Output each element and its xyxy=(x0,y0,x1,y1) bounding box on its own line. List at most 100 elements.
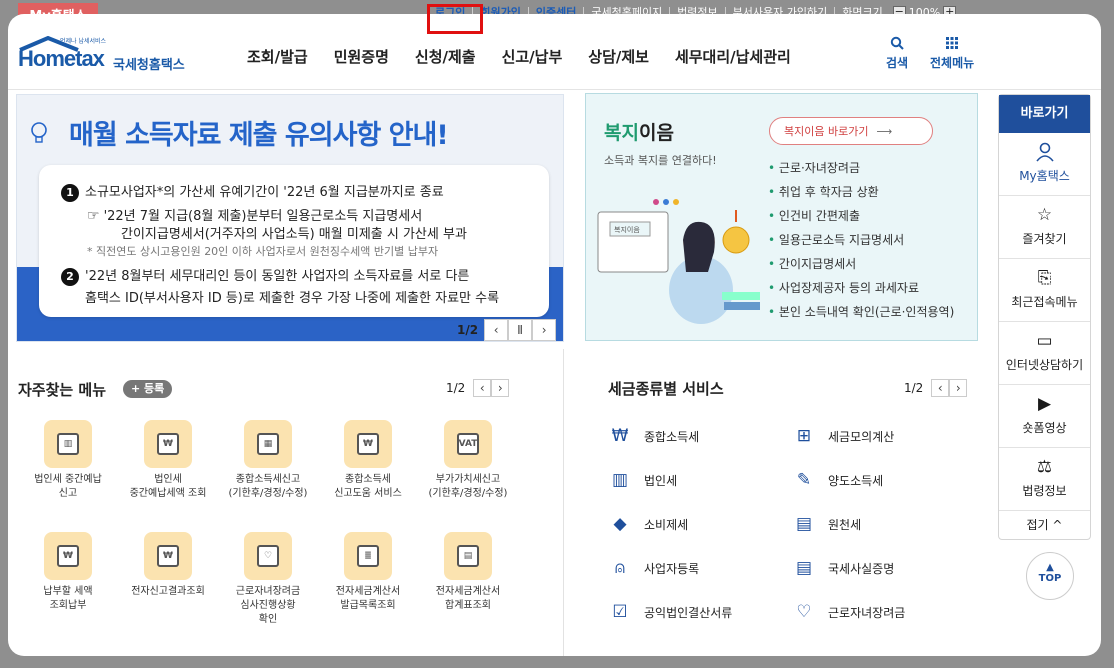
top-label: TOP xyxy=(1038,573,1062,584)
freq-pager: 1/2 ‹ › xyxy=(446,379,510,397)
nav-application-submission[interactable]: 신청/제출 xyxy=(402,46,489,67)
vat-doc-icon: VAT xyxy=(444,420,492,468)
tax-item-capital-gains[interactable]: ✎ 양도소득세 xyxy=(792,468,883,492)
freq-item-label: 전자세금계산서 발급목록조회 xyxy=(335,586,401,611)
tax-item-earned-income-credit[interactable]: ♡ 근로자녀장려금 xyxy=(792,600,905,624)
quick-online-consult[interactable]: ▭ 인터넷상담하기 xyxy=(999,322,1090,385)
taxtype-next-button[interactable]: › xyxy=(949,379,968,397)
quick-menu-panel: 바로가기 My홈택스 ☆ 즐겨찾기 ⎘ 최근접속메뉴 ▭ 인터넷상담하기 ▶ 숏… xyxy=(998,94,1091,540)
freq-item-corp-interim-lookup[interactable]: ₩ 법인세 중간예납세액 조회 xyxy=(118,420,218,501)
freq-item-e-report-result[interactable]: ₩ 전자신고결과조회 xyxy=(118,532,218,599)
quick-recent-label: 최근접속메뉴 xyxy=(1011,295,1078,309)
document-edit-icon: ✎ xyxy=(796,470,812,490)
tax-item-corporate-tax[interactable]: ▥ 법인세 xyxy=(608,468,677,492)
illust-card-label: 복지이음 xyxy=(614,225,640,234)
welfare-title-green: 복지 xyxy=(604,122,639,144)
money-icon: ₩ xyxy=(611,426,629,446)
tax-item-income-tax[interactable]: ₩ 종합소득세 xyxy=(608,424,700,448)
notice-banner[interactable]: 매월 소득자료 제출 유의사항 안내! 1 소규모사업자*의 가산세 유예기간이 … xyxy=(16,94,564,342)
banner-page-indicator: 1/2 xyxy=(457,323,479,337)
freq-item-earned-income-credit[interactable]: ♡ 근로자녀장려금 심사진행상황 확인 xyxy=(218,532,318,627)
tax-item-label: 법인세 xyxy=(644,473,678,488)
number-1-icon: 1 xyxy=(61,184,79,202)
search-button[interactable]: 검색 xyxy=(886,36,908,71)
freq-item-income-tax-help[interactable]: ₩ 종합소득세 신고도움 서비스 xyxy=(318,420,418,501)
freq-prev-button[interactable]: ‹ xyxy=(473,379,492,397)
arrow-right-icon: ⟶ xyxy=(876,124,893,138)
tax-item-tax-certificate[interactable]: ▤ 국세사실증명 xyxy=(792,556,894,580)
freq-item-label: 납부할 세액 조회납부 xyxy=(43,586,93,611)
freq-item-label: 법인세 중간예납세액 조회 xyxy=(129,474,207,499)
tax-item-tax-simulation[interactable]: ⊞ 세금모의계산 xyxy=(792,424,894,448)
tax-item-business-registration[interactable]: ⍝ 사업자등록 xyxy=(608,556,699,580)
heart-hand-icon: ♡ xyxy=(796,602,812,622)
banner-line-1a-text: '22년 7월 지급(8월 제출)분부터 일용근로소득 지급명세서 xyxy=(103,209,423,224)
nav-tax-agent[interactable]: 세무대리/납세관리 xyxy=(662,46,804,67)
banner-line-2-text: '22년 8월부터 세무대리인 등이 동일한 사업자의 소득자료를 서로 다른 xyxy=(85,269,470,284)
register-menu-button[interactable]: + 등록 xyxy=(123,380,173,398)
banner-content-card: 1 소규모사업자*의 가산세 유예기간이 '22년 6월 지급분까지로 종료 ☞ '… xyxy=(39,165,549,317)
taxtype-pager: 1/2 ‹ › xyxy=(904,379,968,397)
quick-myhometax[interactable]: My홈택스 xyxy=(999,133,1090,196)
login-highlight-box xyxy=(427,4,483,34)
banner-next-button[interactable]: › xyxy=(532,319,557,341)
banner-line-2: 2 '22년 8월부터 세무대리인 등이 동일한 사업자의 소득자료를 서로 다른 xyxy=(61,265,469,286)
main-page: 언제나 납세서비스 Hometax 국세청홈택스 조회/발급 민원증명 신청/제… xyxy=(8,14,1101,656)
all-menu-button[interactable]: 전체메뉴 xyxy=(930,36,974,71)
quick-video-label: 숏폼영상 xyxy=(1022,421,1067,435)
star-icon: ☆ xyxy=(1036,205,1053,225)
play-icon: ▶ xyxy=(1037,394,1052,414)
document-icon: ▤ xyxy=(795,558,813,578)
tax-item-consumption-tax[interactable]: ◆ 소비제세 xyxy=(608,512,688,536)
welfare-item: 본인 소득내역 확인(근로·인적용역) xyxy=(768,300,954,324)
quick-recent-menu[interactable]: ⎘ 최근접속메뉴 xyxy=(999,259,1090,322)
quick-law-info[interactable]: ⚖ 법령정보 xyxy=(999,448,1090,511)
nav-consult-report[interactable]: 상담/제보 xyxy=(575,46,662,67)
tax-item-label: 소비제세 xyxy=(644,517,689,532)
freq-item-tax-payment[interactable]: ₩ 납부할 세액 조회납부 xyxy=(18,532,118,613)
welfare-item: 간이지급명세서 xyxy=(768,252,954,276)
tax-item-label: 원천세 xyxy=(828,517,862,532)
tax-item-withholding-tax[interactable]: ▤ 원천세 xyxy=(792,512,861,536)
tax-item-label: 국세사실증명 xyxy=(828,561,895,576)
welfare-shortcut-label: 복지이음 바로가기 xyxy=(784,125,869,138)
banner-pause-button[interactable]: Ⅱ xyxy=(508,319,533,341)
freq-next-button[interactable]: › xyxy=(491,379,510,397)
salary-doc-icon: ▤ xyxy=(795,514,813,534)
nav-inquiry-issue[interactable]: 조회/발급 xyxy=(234,46,321,67)
welfare-item: 사업장제공자 등의 과세자료 xyxy=(768,276,954,300)
calculator-icon: ⊞ xyxy=(796,426,812,446)
scroll-top-button[interactable]: ▲ TOP xyxy=(1026,552,1074,600)
tax-item-label: 종합소득세 xyxy=(644,429,700,444)
tax-item-public-corp-docs[interactable]: ☑ 공익법인결산서류 xyxy=(608,600,732,624)
freq-item-corp-interim-report[interactable]: ▥ 법인세 중간예납 신고 xyxy=(18,420,118,501)
freq-item-e-invoice-summary[interactable]: ▤ 전자세금계산서 합계표조회 xyxy=(418,532,518,613)
welfare-link-banner[interactable]: 복지이음 소득과 복지를 연결하다! 복지이음 바로가기 ⟶ 근로·자녀장려금 취… xyxy=(585,93,978,341)
search-label: 검색 xyxy=(886,56,909,70)
quick-shortform-video[interactable]: ▶ 숏폼영상 xyxy=(999,385,1090,448)
nav-report-payment[interactable]: 신고/납부 xyxy=(489,46,576,67)
hometax-logo[interactable]: 언제나 납세서비스 Hometax 국세청홈택스 xyxy=(18,34,208,74)
banner-line-1b: 간이지급명세서(거주자의 사업소득) 매월 미제출 시 가산세 부과 xyxy=(121,227,467,242)
freq-item-e-invoice-list[interactable]: ≣ 전자세금계산서 발급목록조회 xyxy=(318,532,418,613)
quick-fold-button[interactable]: 접기 ^ xyxy=(999,511,1090,533)
taxtype-prev-button[interactable]: ‹ xyxy=(931,379,950,397)
quick-favorites[interactable]: ☆ 즐겨찾기 xyxy=(999,196,1090,259)
freq-item-label: 종합소득세 신고도움 서비스 xyxy=(334,474,402,499)
nav-civil-certificate[interactable]: 민원증명 xyxy=(321,46,402,67)
quick-favorites-label: 즐겨찾기 xyxy=(1022,232,1067,246)
welfare-item: 인건비 간편제출 xyxy=(768,204,954,228)
laptop-icon: ▭ xyxy=(1036,331,1053,351)
freq-page-indicator: 1/2 xyxy=(446,381,466,395)
main-navigation: 조회/발급 민원증명 신청/제출 신고/납부 상담/제보 세무대리/납세관리 xyxy=(234,46,804,67)
tax-item-label: 사업자등록 xyxy=(644,561,700,576)
freq-item-vat-report[interactable]: VAT 부가가치세신고 (기한후/경정/수정) xyxy=(418,420,518,501)
building-doc-icon: ▥ xyxy=(44,420,92,468)
diamond-icon: ◆ xyxy=(613,514,627,534)
welfare-shortcut-button[interactable]: 복지이음 바로가기 ⟶ xyxy=(769,117,933,145)
tax-item-label: 세금모의계산 xyxy=(828,429,895,444)
quick-menu-title: 바로가기 xyxy=(999,95,1090,133)
quick-law-label: 법령정보 xyxy=(1022,484,1067,498)
freq-item-income-tax-report[interactable]: ▦ 종합소득세신고 (기한후/경정/수정) xyxy=(218,420,318,501)
banner-prev-button[interactable]: ‹ xyxy=(484,319,509,341)
